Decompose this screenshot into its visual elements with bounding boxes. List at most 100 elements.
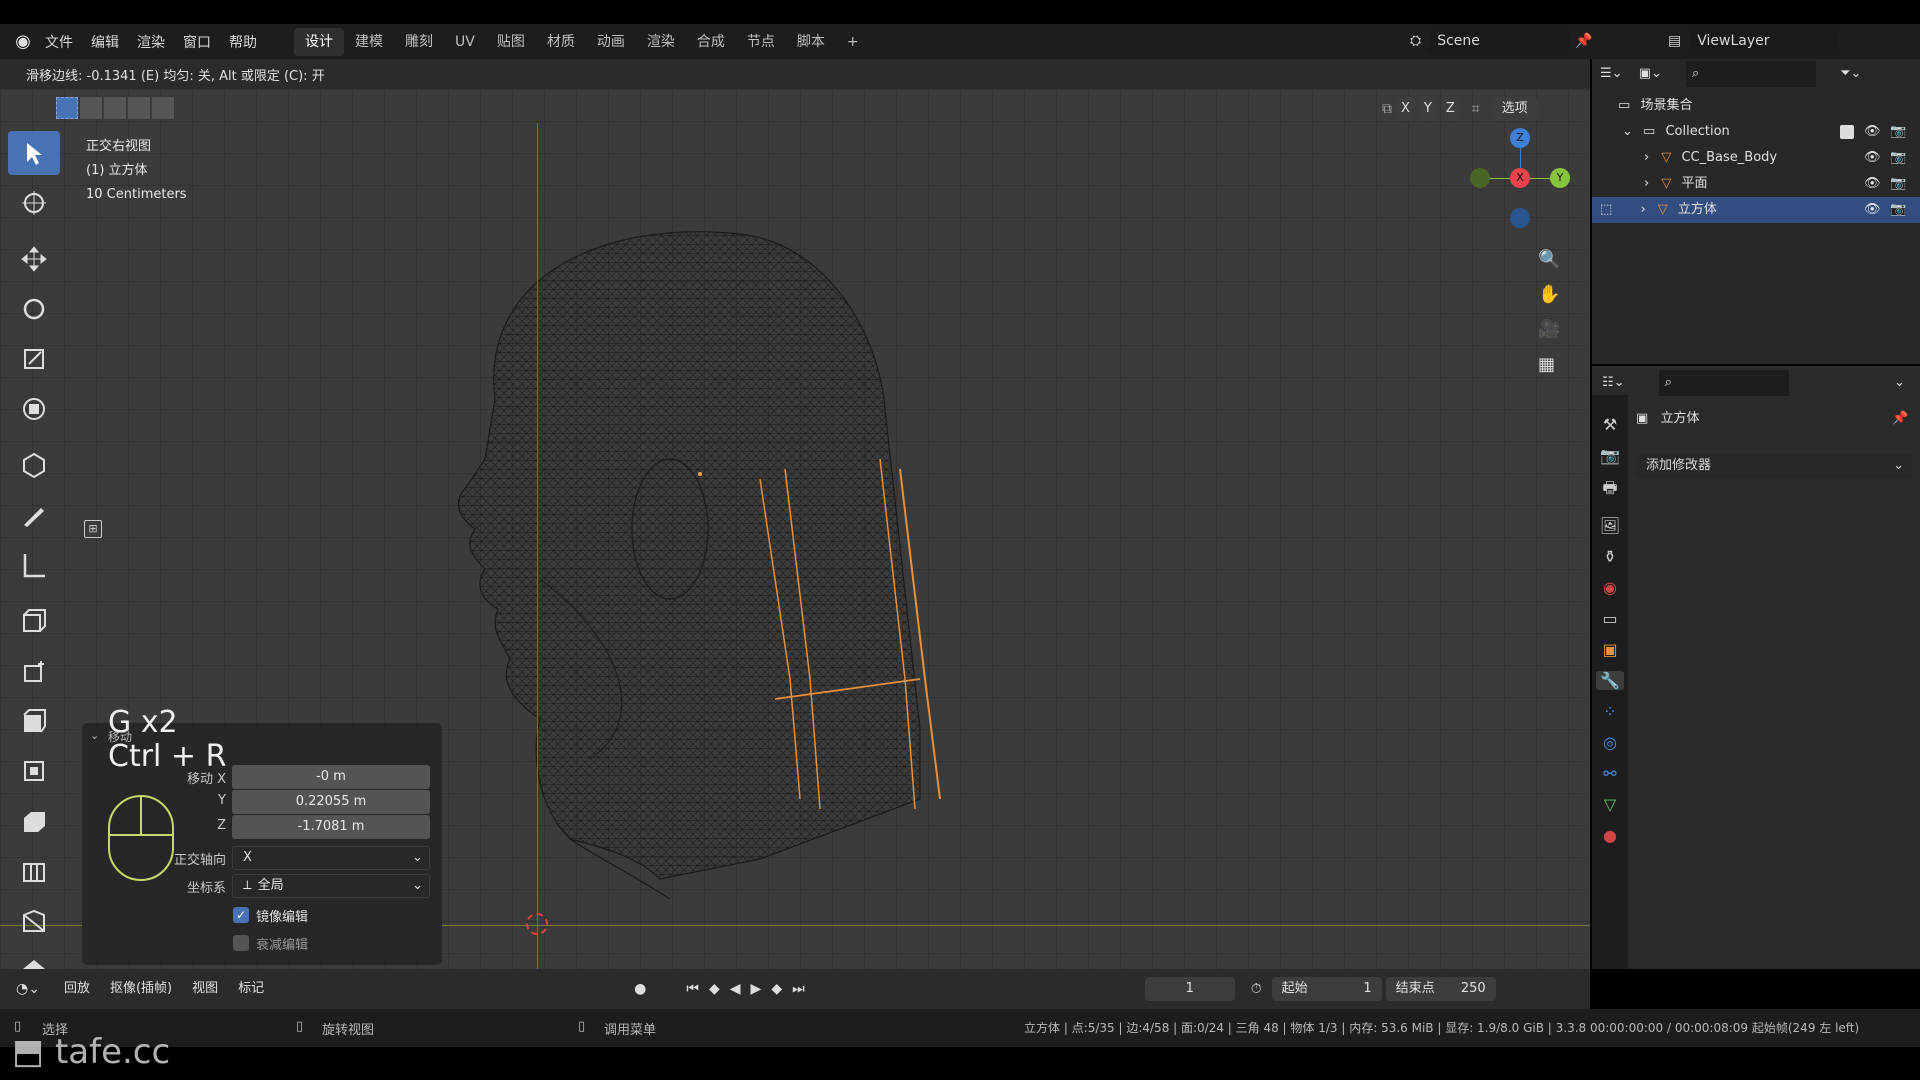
outliner-item-cc-base-body[interactable]: › ▽ CC_Base_Body 👁 📷 xyxy=(1592,145,1920,171)
marker-menu[interactable]: 标记 xyxy=(228,977,274,1001)
pin-icon[interactable]: 📌 xyxy=(1575,33,1592,49)
options-dropdown[interactable]: 选项 xyxy=(1491,97,1538,121)
measure-tool[interactable] xyxy=(8,543,60,587)
add-cube-tool[interactable] xyxy=(8,599,60,643)
end-frame-field[interactable]: 结束点 250 xyxy=(1385,977,1496,1001)
snap-icon[interactable]: ⌗ xyxy=(1472,101,1480,117)
chevron-down-icon[interactable]: ⌄ xyxy=(1894,370,1905,396)
eye-icon[interactable]: 👁 xyxy=(1864,197,1881,223)
render-tab-icon[interactable]: 📷 xyxy=(1600,446,1620,465)
search-icon[interactable]: ⌕ xyxy=(1658,370,1789,396)
scene-selector[interactable]: ⛭ Scene 📌 xyxy=(1410,28,1650,54)
gizmo-y-axis[interactable]: Y xyxy=(1550,168,1570,188)
transform-tool[interactable] xyxy=(8,387,60,431)
coord-system-dropdown[interactable]: ⟂ 全局 ⌄ xyxy=(232,874,430,898)
gizmo-neg-z[interactable] xyxy=(1510,208,1530,228)
expand-icon[interactable]: › xyxy=(1644,150,1649,165)
filter-icon[interactable]: ⏷⌄ xyxy=(1840,66,1861,81)
particles-tab-icon[interactable]: ⁘ xyxy=(1603,702,1616,721)
current-frame-field[interactable]: 1 xyxy=(1144,977,1235,1001)
camera-render-icon[interactable]: 📷 xyxy=(1890,145,1906,171)
display-mode-icon[interactable]: ☰⌄ xyxy=(1600,66,1623,81)
view-layer-tab-icon[interactable]: 🖼 xyxy=(1600,516,1620,535)
tab-uv[interactable]: UV xyxy=(444,28,486,56)
select-box-icon[interactable] xyxy=(56,97,78,119)
outliner-item-plane[interactable]: › ▽ 平面 👁 📷 xyxy=(1592,171,1920,197)
gizmo-neg-y[interactable] xyxy=(1470,168,1490,188)
knife-tool[interactable] xyxy=(8,849,60,893)
outliner-collection[interactable]: ⌄ ▭ Collection 👁 📷 xyxy=(1592,119,1920,145)
include-checkbox[interactable] xyxy=(1840,125,1854,139)
record-icon[interactable]: ● xyxy=(634,981,646,997)
physics-tab-icon[interactable]: ◎ xyxy=(1603,733,1617,752)
move-y-field[interactable]: 0.22055 m xyxy=(232,790,430,814)
move-x-field[interactable]: -0 m xyxy=(232,765,430,789)
view-layer-name[interactable]: ViewLayer xyxy=(1689,31,1840,51)
jump-end-icon[interactable]: ⏭ xyxy=(792,981,805,997)
tab-modeling[interactable]: 建模 xyxy=(344,28,394,56)
editor-type-icon[interactable]: ◔⌄ xyxy=(16,981,40,997)
tab-geometry-nodes[interactable]: 节点 xyxy=(736,28,786,56)
add-modifier-dropdown[interactable]: 添加修改器 ⌄ xyxy=(1636,454,1912,478)
move-z-field[interactable]: -1.7081 m xyxy=(232,815,430,839)
falloff-edit-checkbox[interactable] xyxy=(233,935,249,951)
world-tab-icon[interactable]: ◉ xyxy=(1603,578,1617,597)
start-frame-field[interactable]: 起始 1 xyxy=(1271,977,1382,1001)
material-tab-icon[interactable]: ● xyxy=(1603,826,1617,845)
sidebar-toggle-icon[interactable]: ⊞ xyxy=(84,520,102,538)
panel-collapse-icon[interactable]: ⌄ xyxy=(90,729,99,742)
tab-layout[interactable]: 设计 xyxy=(294,27,344,56)
tab-compositing[interactable]: 合成 xyxy=(686,28,736,56)
stopwatch-icon[interactable]: ⏱ xyxy=(1251,981,1262,997)
navigation-gizmo[interactable]: Z X Y xyxy=(1470,128,1570,234)
view-menu[interactable]: 视图 xyxy=(182,977,228,1001)
data-tab-icon[interactable]: ▽ xyxy=(1604,795,1616,814)
view-layer-selector[interactable]: ▤ ViewLayer xyxy=(1668,28,1918,54)
scene-tab-icon[interactable]: ⚱ xyxy=(1603,547,1616,566)
mirror-edit-checkbox[interactable]: ✓ xyxy=(233,907,249,923)
extrude-tool[interactable] xyxy=(8,649,60,693)
axis-x-toggle[interactable]: X xyxy=(1396,97,1415,121)
camera-render-icon[interactable]: 📷 xyxy=(1890,171,1906,197)
axis-z-toggle[interactable]: Z xyxy=(1440,97,1460,121)
select-subtract-icon[interactable] xyxy=(104,97,126,119)
expand-icon[interactable]: ⌄ xyxy=(1622,124,1633,139)
play-reverse-icon[interactable]: ◀ xyxy=(730,981,741,997)
poly-build-tool[interactable] xyxy=(8,899,60,943)
gizmo-z-axis[interactable]: Z xyxy=(1510,128,1530,148)
pin-icon[interactable]: 📌 xyxy=(1892,406,1908,432)
next-keyframe-icon[interactable]: ◆ xyxy=(771,981,782,997)
zoom-icon[interactable]: 🔍 xyxy=(1538,249,1560,270)
camera-render-icon[interactable]: 📷 xyxy=(1890,119,1906,145)
tab-rendering[interactable]: 渲染 xyxy=(636,28,686,56)
gizmo-x-axis[interactable]: X xyxy=(1510,168,1530,188)
inset-tool[interactable] xyxy=(8,699,60,743)
camera-icon[interactable]: 🎥 xyxy=(1538,319,1560,340)
menu-render[interactable]: 渲染 xyxy=(128,32,174,52)
eye-icon[interactable]: 👁 xyxy=(1864,171,1881,197)
select-invert-icon[interactable] xyxy=(128,97,150,119)
cursor-tool[interactable] xyxy=(8,181,60,225)
tab-scripting[interactable]: 脚本 xyxy=(786,28,836,56)
scene-name[interactable]: Scene xyxy=(1429,31,1570,51)
playback-menu[interactable]: 回放 xyxy=(54,977,100,1001)
tool-tab-icon[interactable]: ⚒ xyxy=(1603,415,1617,434)
select-extend-icon[interactable] xyxy=(80,97,102,119)
ortho-axis-dropdown[interactable]: X ⌄ xyxy=(232,846,430,870)
camera-render-icon[interactable]: 📷 xyxy=(1890,197,1906,223)
play-icon[interactable]: ▶ xyxy=(751,981,762,997)
expand-icon[interactable]: › xyxy=(1640,202,1645,217)
pan-hand-icon[interactable]: ✋ xyxy=(1538,284,1560,305)
add-workspace-button[interactable]: + xyxy=(836,28,870,56)
tab-animation[interactable]: 动画 xyxy=(586,28,636,56)
select-tool[interactable] xyxy=(8,131,60,175)
loop-cut-tool[interactable] xyxy=(8,799,60,843)
constraints-tab-icon[interactable]: ⚯ xyxy=(1603,764,1616,783)
outliner-item-cube[interactable]: ⬚ › ▽ 立方体 👁 📷 xyxy=(1592,197,1920,223)
blender-logo-icon[interactable]: ◉ xyxy=(10,31,36,52)
tab-shading[interactable]: 材质 xyxy=(536,28,586,56)
menu-help[interactable]: 帮助 xyxy=(220,32,266,52)
search-icon[interactable]: ⌕ xyxy=(1686,61,1817,87)
menu-file[interactable]: 文件 xyxy=(36,32,82,52)
tab-sculpting[interactable]: 雕刻 xyxy=(394,28,444,56)
